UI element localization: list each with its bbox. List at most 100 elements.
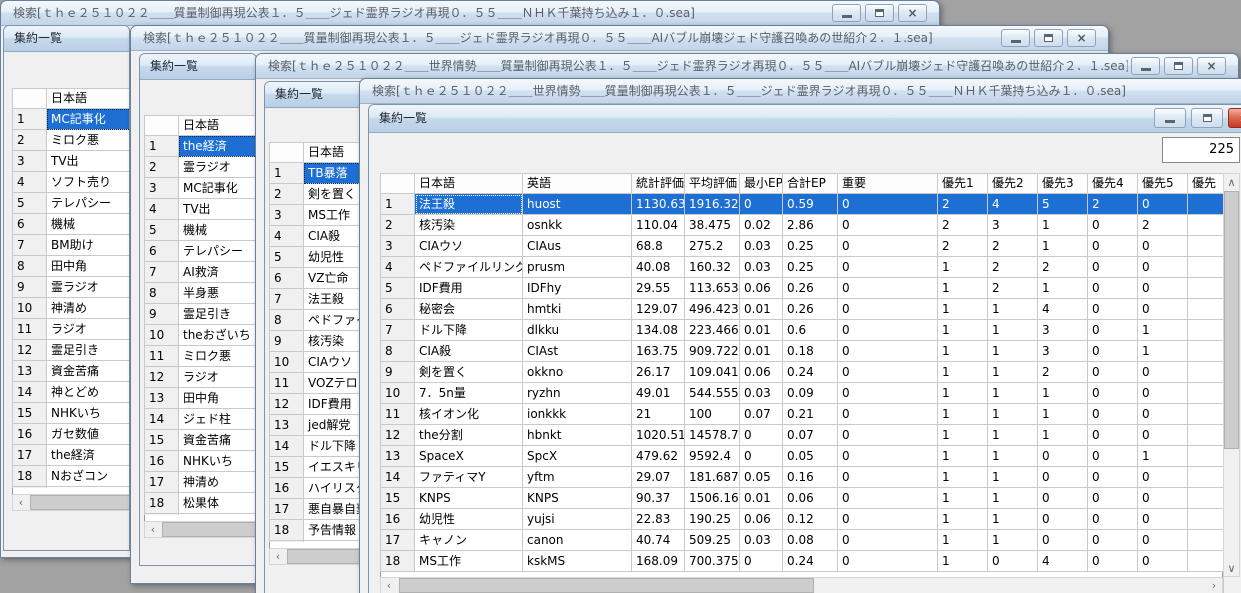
table-row[interactable]: 2剣を置く <box>270 184 371 205</box>
list-item[interactable]: 霊足引き <box>47 340 131 361</box>
scrollbar-thumb[interactable] <box>399 578 814 593</box>
cell[interactable]: 0 <box>838 215 938 236</box>
cell[interactable]: 275.2 <box>685 236 740 257</box>
table-row[interactable]: 5IDF費用IDFhy29.55113.6530.060.26012100 <box>381 278 1224 299</box>
aggregate-list-table[interactable]: 日本語1TB暴落2剣を置く3MS工作4CIA殺5幼児性6VZ亡命7法王殺8ペドフ… <box>269 142 370 562</box>
cell[interactable]: 0 <box>838 236 938 257</box>
table-row[interactable]: 8田中角 <box>13 256 131 277</box>
cell[interactable]: 29.07 <box>632 467 685 488</box>
table-row[interactable]: 1the経済 <box>145 136 258 157</box>
cell[interactable]: 168.09 <box>632 551 685 572</box>
cell[interactable]: 0 <box>1088 383 1138 404</box>
table-row[interactable]: 3MS工作 <box>270 205 371 226</box>
cell[interactable]: 2 <box>1138 215 1188 236</box>
child-title-bar[interactable]: 集約一覧 <box>265 82 369 108</box>
scroll-left-icon[interactable]: ‹ <box>381 578 397 593</box>
cell[interactable] <box>1188 551 1224 572</box>
cell[interactable]: 0 <box>740 425 783 446</box>
cell[interactable]: 0.25 <box>783 236 838 257</box>
cell[interactable]: 3 <box>988 215 1038 236</box>
table-row[interactable]: 5テレパシー <box>13 193 131 214</box>
column-header[interactable]: 合計EP <box>783 174 838 194</box>
table-row[interactable]: 18予告情報 <box>270 520 371 541</box>
table-row[interactable]: 9霊足引き <box>145 304 258 325</box>
cell[interactable]: CIAst <box>523 341 632 362</box>
table-row[interactable]: 1MC記事化 <box>13 109 131 130</box>
cell[interactable]: 2 <box>1088 194 1138 215</box>
cell[interactable]: 0 <box>1038 509 1088 530</box>
cell[interactable]: 1 <box>988 404 1038 425</box>
cell[interactable]: 0 <box>1138 467 1188 488</box>
cell[interactable]: 90.37 <box>632 488 685 509</box>
table-row[interactable]: 7BM助け <box>13 235 131 256</box>
cell[interactable]: MS工作 <box>415 551 523 572</box>
column-header[interactable]: 優先5 <box>1138 174 1188 194</box>
list-item[interactable]: AI救済 <box>179 262 258 283</box>
cell[interactable]: 190.25 <box>685 509 740 530</box>
cell[interactable]: KNPS <box>415 488 523 509</box>
close-button[interactable]: × <box>1197 57 1226 75</box>
cell[interactable]: 1 <box>938 341 988 362</box>
cell[interactable]: 法王殺 <box>415 194 523 215</box>
cell[interactable]: 0 <box>1138 425 1188 446</box>
cell[interactable]: 0 <box>740 446 783 467</box>
cell[interactable]: 0 <box>740 551 783 572</box>
cell[interactable]: 核イオン化 <box>415 404 523 425</box>
cell[interactable]: ペドファイルリングとソー <box>415 257 523 278</box>
restore-button[interactable] <box>1034 29 1063 47</box>
cell[interactable]: 1 <box>1038 404 1088 425</box>
cell[interactable]: 1 <box>1138 446 1188 467</box>
cell[interactable]: 100 <box>685 404 740 425</box>
list-item[interactable]: TV出 <box>179 199 258 220</box>
cell[interactable]: 0.07 <box>740 404 783 425</box>
cell[interactable]: 110.04 <box>632 215 685 236</box>
cell[interactable]: 0 <box>1138 299 1188 320</box>
table-row[interactable]: 107．5n量ryzhn49.01544.5550.030.09011100 <box>381 383 1224 404</box>
scroll-left-icon[interactable]: ‹ <box>13 495 29 510</box>
cell[interactable]: 68.8 <box>632 236 685 257</box>
cell[interactable]: 1 <box>938 320 988 341</box>
cell[interactable]: 1 <box>1138 320 1188 341</box>
cell[interactable]: 0 <box>1088 404 1138 425</box>
cell[interactable]: dlkku <box>523 320 632 341</box>
cell[interactable]: 1 <box>988 446 1038 467</box>
cell[interactable]: SpaceX <box>415 446 523 467</box>
table-row[interactable]: 3TV出 <box>13 151 131 172</box>
list-item[interactable]: 霊ラジオ <box>179 157 258 178</box>
cell[interactable]: 0 <box>1088 236 1138 257</box>
list-item[interactable]: ジェド柱 <box>179 409 258 430</box>
table-row[interactable]: 4CIA殺 <box>270 226 371 247</box>
column-header[interactable]: 優先 <box>1188 174 1224 194</box>
cell[interactable]: 0 <box>1138 194 1188 215</box>
list-item[interactable]: TV出 <box>47 151 131 172</box>
cell[interactable]: 1020.51 <box>632 425 685 446</box>
restore-button[interactable] <box>865 4 894 22</box>
table-row[interactable]: 1法王殺huost1130.631916.32200.59024520 <box>381 194 1224 215</box>
list-item[interactable]: 神清め <box>47 298 131 319</box>
cell[interactable]: 秘密会 <box>415 299 523 320</box>
cell[interactable]: 0.01 <box>740 320 783 341</box>
list-item[interactable]: MC記事化 <box>47 109 131 130</box>
cell[interactable] <box>1188 194 1224 215</box>
restore-button[interactable] <box>1191 108 1223 128</box>
cell[interactable]: 0 <box>1088 446 1138 467</box>
cell[interactable]: 1 <box>988 320 1038 341</box>
h-scrollbar[interactable]: ‹ <box>12 494 130 511</box>
table-row[interactable]: 13SpaceXSpcX479.629592.400.05011001 <box>381 446 1224 467</box>
cell[interactable]: 0.01 <box>740 341 783 362</box>
cell[interactable]: 509.25 <box>685 530 740 551</box>
cell[interactable]: CIA殺 <box>415 341 523 362</box>
cell[interactable]: 0 <box>1138 404 1188 425</box>
cell[interactable]: IDF費用 <box>415 278 523 299</box>
cell[interactable]: 0 <box>838 194 938 215</box>
list-item[interactable]: 半身悪 <box>179 283 258 304</box>
h-scrollbar[interactable]: ‹ <box>144 521 257 538</box>
title-bar[interactable]: 検索[ｔｈｅ２５１０２２＿＿質量制御再現公表１．５＿＿ジェド霊界ラジオ再現０．５… <box>131 26 1108 51</box>
table-row[interactable]: 7ドル下降dlkku134.08223.4660.010.6011301 <box>381 320 1224 341</box>
cell[interactable]: ドル下降 <box>415 320 523 341</box>
cell[interactable]: 700.375 <box>685 551 740 572</box>
cell[interactable]: 4 <box>1038 299 1088 320</box>
cell[interactable]: 0 <box>838 383 938 404</box>
cell[interactable]: 0.26 <box>783 278 838 299</box>
cell[interactable]: 1506.166 <box>685 488 740 509</box>
